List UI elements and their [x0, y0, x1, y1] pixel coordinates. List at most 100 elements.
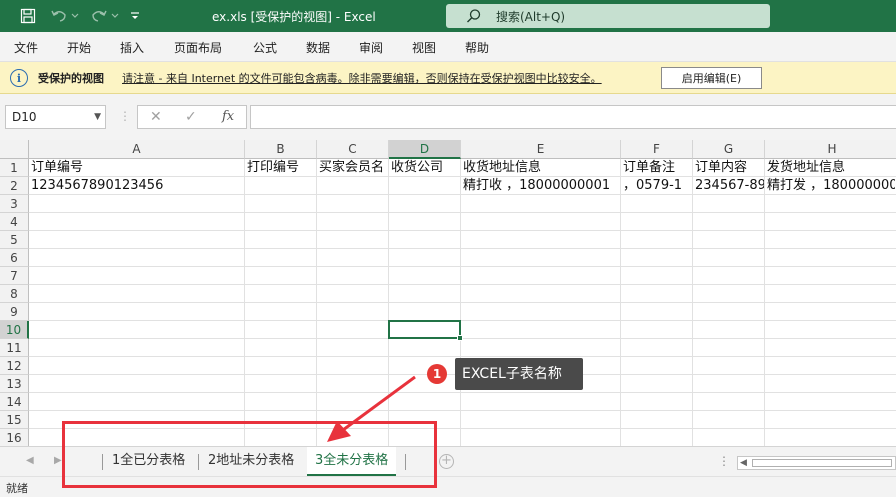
save-icon[interactable] — [18, 6, 38, 26]
row-header-13[interactable]: 13 — [0, 375, 29, 393]
menu-bar: 文件 开始 插入 页面布局 公式 数据 审阅 视图 帮助 — [0, 32, 896, 62]
sheet-tab-bar: ◀ ▶ 1全已分表格 2地址未分表格 3全未分表格 + ⋮ ◀ — [0, 446, 896, 476]
gridline — [29, 266, 896, 267]
column-header-e[interactable]: E — [461, 140, 621, 159]
search-box[interactable]: 搜索(Alt+Q) — [446, 4, 770, 28]
select-all-corner[interactable] — [0, 140, 29, 159]
gridline — [29, 248, 896, 249]
sheet-tab-2[interactable]: 2地址未分表格 — [200, 447, 302, 476]
row-header-2[interactable]: 2 — [0, 177, 29, 195]
info-icon: i — [10, 69, 28, 87]
menu-file[interactable]: 文件 — [14, 39, 38, 56]
cell-a1[interactable]: 订单编号 — [29, 159, 244, 177]
sheet-tab-1[interactable]: 1全已分表格 — [104, 447, 193, 476]
undo-icon[interactable] — [48, 6, 70, 26]
cell-e1[interactable]: 收货地址信息 — [461, 159, 620, 177]
menu-formulas[interactable]: 公式 — [253, 39, 277, 56]
cancel-icon[interactable]: ✕ — [150, 109, 162, 125]
gridline — [29, 230, 896, 231]
column-header-f[interactable]: F — [621, 140, 693, 159]
menu-help[interactable]: 帮助 — [465, 39, 489, 56]
enter-icon[interactable]: ✓ — [185, 109, 197, 125]
column-header-d[interactable]: D — [389, 140, 461, 159]
redo-icon[interactable] — [88, 6, 110, 26]
column-header-a[interactable]: A — [29, 140, 245, 159]
name-box[interactable]: D10 ▼ — [5, 105, 106, 129]
cell-e2[interactable]: 精打收 ，18000000001 — [461, 177, 620, 195]
formula-buttons: ✕ ✓ fx — [137, 105, 247, 129]
undo-dropdown-icon[interactable] — [70, 6, 80, 26]
row-header-5[interactable]: 5 — [0, 231, 29, 249]
menu-view[interactable]: 视图 — [412, 39, 436, 56]
row-header-9[interactable]: 9 — [0, 303, 29, 321]
tab-scroll-left-icon[interactable]: ◀ — [26, 455, 34, 466]
cell-b2[interactable] — [245, 177, 316, 195]
fill-handle[interactable] — [457, 335, 463, 341]
row-header-7[interactable]: 7 — [0, 267, 29, 285]
callout-badge: 1 — [427, 364, 447, 384]
add-sheet-icon[interactable]: + — [439, 454, 454, 469]
search-placeholder: 搜索(Alt+Q) — [496, 9, 566, 24]
column-header-c[interactable]: C — [317, 140, 389, 159]
gridline — [29, 392, 896, 393]
cell-h2[interactable]: 精打发 ，18000000001 — [765, 177, 895, 195]
scroll-left-icon[interactable]: ◀ — [740, 458, 747, 468]
tab-scroll-right-icon[interactable]: ▶ — [54, 455, 62, 466]
tab-separator — [102, 454, 103, 470]
gridline — [29, 356, 896, 357]
row-header-8[interactable]: 8 — [0, 285, 29, 303]
scroll-splitter-icon[interactable]: ⋮ — [718, 454, 730, 468]
customize-toolbar-icon[interactable] — [128, 6, 142, 26]
menu-home[interactable]: 开始 — [67, 39, 91, 56]
cell-h1[interactable]: 发货地址信息 — [765, 159, 895, 177]
menu-data[interactable]: 数据 — [306, 39, 330, 56]
cell-g2[interactable]: 234567-890 — [693, 177, 764, 195]
row-header-10[interactable]: 10 — [0, 321, 29, 339]
formula-input[interactable] — [250, 105, 896, 129]
column-header-b[interactable]: B — [245, 140, 317, 159]
search-icon — [467, 9, 481, 23]
row-header-1[interactable]: 1 — [0, 159, 29, 177]
cell-d1[interactable]: 收货公司 — [389, 159, 460, 177]
cell-g1[interactable]: 订单内容 — [693, 159, 764, 177]
cell-d2[interactable] — [389, 177, 460, 195]
row-header-6[interactable]: 6 — [0, 249, 29, 267]
gridline — [29, 284, 896, 285]
gridline — [29, 320, 896, 321]
redo-dropdown-icon[interactable] — [110, 6, 120, 26]
insert-function-icon[interactable]: fx — [222, 109, 234, 124]
cell-f2[interactable]: ，0579-1 — [621, 177, 692, 195]
row-header-15[interactable]: 15 — [0, 411, 29, 429]
status-bar: 就绪 — [0, 476, 896, 497]
horizontal-scrollbar[interactable]: ◀ — [737, 456, 896, 470]
spreadsheet-grid[interactable]: A B C D E F G H 1 2 3 4 5 6 7 8 9 10 11 12 13 14 15 16 订单编号 打印编号买… — [0, 140, 896, 446]
row-header-12[interactable]: 12 — [0, 357, 29, 375]
tab-separator — [405, 454, 406, 470]
column-header-h[interactable]: H — [765, 140, 896, 159]
cell-c1[interactable]: 买家会员名 — [317, 159, 388, 177]
cell-f1[interactable]: 订单备注 — [621, 159, 692, 177]
cell-c2[interactable] — [317, 177, 388, 195]
name-box-dropdown-icon[interactable]: ▼ — [94, 106, 101, 128]
row-header-16[interactable]: 16 — [0, 429, 29, 446]
row-header-11[interactable]: 11 — [0, 339, 29, 357]
status-text: 就绪 — [6, 482, 28, 495]
row-header-4[interactable]: 4 — [0, 213, 29, 231]
gridline — [29, 428, 896, 429]
column-header-g[interactable]: G — [693, 140, 765, 159]
scroll-thumb[interactable] — [752, 459, 892, 467]
row-header-14[interactable]: 14 — [0, 393, 29, 411]
gridline — [29, 410, 896, 411]
formula-bar: D10 ▼ ⋮ ✕ ✓ fx — [0, 94, 896, 140]
title-bar: ex.xls [受保护的视图] - Excel 搜索(Alt+Q) — [0, 0, 896, 32]
menu-insert[interactable]: 插入 — [120, 39, 144, 56]
menu-page-layout[interactable]: 页面布局 — [174, 39, 222, 56]
cell-b1[interactable]: 打印编号 — [245, 159, 316, 177]
enable-editing-button[interactable]: 启用编辑(E) — [661, 67, 762, 89]
protected-view-message[interactable]: 请注意 - 来自 Internet 的文件可能包含病毒。除非需要编辑，否则保持在… — [122, 70, 602, 86]
sheet-tab-3[interactable]: 3全未分表格 — [307, 447, 397, 476]
active-cell[interactable] — [388, 320, 461, 339]
callout-label: EXCEL子表名称 — [455, 358, 583, 390]
menu-review[interactable]: 审阅 — [359, 39, 383, 56]
row-header-3[interactable]: 3 — [0, 195, 29, 213]
